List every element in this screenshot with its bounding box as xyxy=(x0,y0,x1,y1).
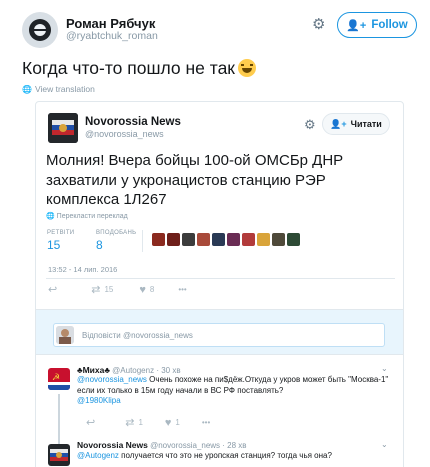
view-translation-label: View translation xyxy=(34,84,95,94)
liker-avatar[interactable] xyxy=(272,233,285,246)
retweet-icon: ⇄ xyxy=(125,417,135,429)
author-avatar[interactable] xyxy=(22,12,58,48)
reply-mention[interactable]: @novorossia_news xyxy=(77,375,147,384)
view-translation-link[interactable]: 🌐 View translation xyxy=(22,84,95,94)
globe-icon: 🌐 xyxy=(22,84,32,94)
actions-divider xyxy=(46,278,395,279)
gear-icon[interactable]: ⚙ xyxy=(312,16,330,34)
retweet-button[interactable]: ⇄ 15 xyxy=(91,283,113,296)
reply-author-name[interactable]: Novorossia News xyxy=(77,440,148,450)
reply-body: получается что это не уропская станция? … xyxy=(121,451,332,460)
liker-avatar[interactable] xyxy=(242,233,255,246)
reply-extra-mention[interactable]: @1980Klipa xyxy=(77,396,121,405)
person-plus-icon: 👤+ xyxy=(330,118,347,129)
reply-header: Novorossia News @novorossia_news · 28 хв xyxy=(77,440,247,450)
like-count: 1 xyxy=(175,418,180,427)
author-name[interactable]: Роман Рябчук xyxy=(66,16,155,31)
like-button[interactable]: ♥ 1 xyxy=(165,417,180,429)
retweet-count: 1 xyxy=(138,418,143,427)
reply-time[interactable]: · 30 хв xyxy=(156,366,180,375)
reply-icon: ↩ xyxy=(86,417,96,429)
liker-avatar[interactable] xyxy=(227,233,240,246)
quoted-author-handle[interactable]: @novorossia_news xyxy=(85,129,164,139)
tweet-timestamp[interactable]: 13:52 - 14 лип. 2016 xyxy=(48,265,117,274)
more-icon: ••• xyxy=(201,418,211,427)
chevron-down-icon[interactable]: ⌄ xyxy=(381,440,388,449)
laughing-emoji-icon xyxy=(237,59,256,77)
liker-avatar[interactable] xyxy=(257,233,270,246)
person-plus-icon: 👤+ xyxy=(346,19,367,32)
reply-author-name[interactable]: ♣Миха♣ xyxy=(77,365,110,375)
tweet-actions: ↩ ⇄ 15 ♥ 8 ••• xyxy=(48,283,187,297)
quoted-tweet-card[interactable]: Novorossia News @novorossia_news ⚙ 👤+ Чи… xyxy=(35,101,404,467)
chevron-down-icon[interactable]: ⌄ xyxy=(381,364,388,373)
liker-avatar[interactable] xyxy=(197,233,210,246)
reply-author-avatar[interactable] xyxy=(48,444,70,466)
reply-author-handle[interactable]: @novorossia_news xyxy=(150,441,220,450)
tweet-text: Когда что-то пошло не так xyxy=(22,57,256,79)
reply-placeholder: Відповісти @novorossia_news xyxy=(82,330,193,340)
user-avatar xyxy=(56,326,74,344)
gear-icon[interactable]: ⚙ xyxy=(304,117,316,133)
likes-count[interactable]: 8 xyxy=(96,238,103,252)
quoted-author-name[interactable]: Novorossia News xyxy=(85,116,181,128)
reply-button[interactable]: ↩ xyxy=(86,416,95,429)
reply-time[interactable]: · 28 хв xyxy=(222,441,246,450)
reply-actions: ↩ ⇄ 1 ♥ 1 ••• xyxy=(86,416,210,430)
retweets-label: РЕТВІТИ xyxy=(47,230,75,236)
follow-quoted-label: Читати xyxy=(350,119,382,129)
liker-avatars xyxy=(152,233,300,246)
heart-icon: ♥ xyxy=(139,283,146,296)
reply-author-handle[interactable]: @Autogenz xyxy=(112,366,154,375)
more-button[interactable]: ••• xyxy=(202,418,210,427)
likes-label: ВПОДОБАНЬ xyxy=(96,230,137,236)
heart-icon: ♥ xyxy=(164,416,172,429)
quoted-tweet-text: Молния! Вчера бойцы 100-ой ОМСБр ДНР зах… xyxy=(46,152,344,208)
like-button[interactable]: ♥ 8 xyxy=(139,284,154,296)
reply-text: @Autogenz получается что это не уропская… xyxy=(77,451,395,462)
quoted-author-avatar[interactable] xyxy=(48,113,78,143)
reply-button[interactable]: ↩ xyxy=(48,283,57,296)
follow-button-label: Follow xyxy=(371,19,408,31)
like-count: 8 xyxy=(149,285,155,294)
more-button[interactable]: ••• xyxy=(178,285,186,294)
more-icon: ••• xyxy=(178,285,187,294)
liker-avatar[interactable] xyxy=(152,233,165,246)
reply-area: Відповісти @novorossia_news xyxy=(36,309,403,355)
retweet-count: 15 xyxy=(104,285,114,294)
translate-label: Перекласти переклад xyxy=(56,213,128,220)
translate-link[interactable]: 🌐 Перекласти переклад xyxy=(46,212,128,220)
follow-quoted-button[interactable]: 👤+ Читати xyxy=(322,113,390,135)
retweets-count[interactable]: 15 xyxy=(47,238,60,252)
liker-avatar[interactable] xyxy=(167,233,180,246)
reply-input[interactable]: Відповісти @novorossia_news xyxy=(53,323,385,347)
reply-icon: ↩ xyxy=(48,284,58,296)
retweet-icon: ⇄ xyxy=(91,284,101,296)
reply-mention[interactable]: @Autogenz xyxy=(77,451,119,460)
globe-icon: 🌐 xyxy=(46,213,55,220)
svg-text:☭: ☭ xyxy=(52,373,60,383)
stat-divider xyxy=(142,230,143,252)
liker-avatar[interactable] xyxy=(212,233,225,246)
follow-button[interactable]: 👤+ Follow xyxy=(337,12,417,38)
author-handle[interactable]: @ryabtchuk_roman xyxy=(66,30,158,42)
liker-avatar[interactable] xyxy=(182,233,195,246)
liker-avatar[interactable] xyxy=(287,233,300,246)
retweet-button[interactable]: ⇄ 1 xyxy=(125,416,143,429)
reply-header: ♣Миха♣ @Autogenz · 30 хв xyxy=(77,365,181,375)
reply-author-avatar[interactable]: ☭ xyxy=(48,368,70,390)
reply-text: @novorossia_news Очень похоже на пи$дёж.… xyxy=(77,375,395,407)
tweet-text-content: Когда что-то пошло не так xyxy=(22,58,235,78)
